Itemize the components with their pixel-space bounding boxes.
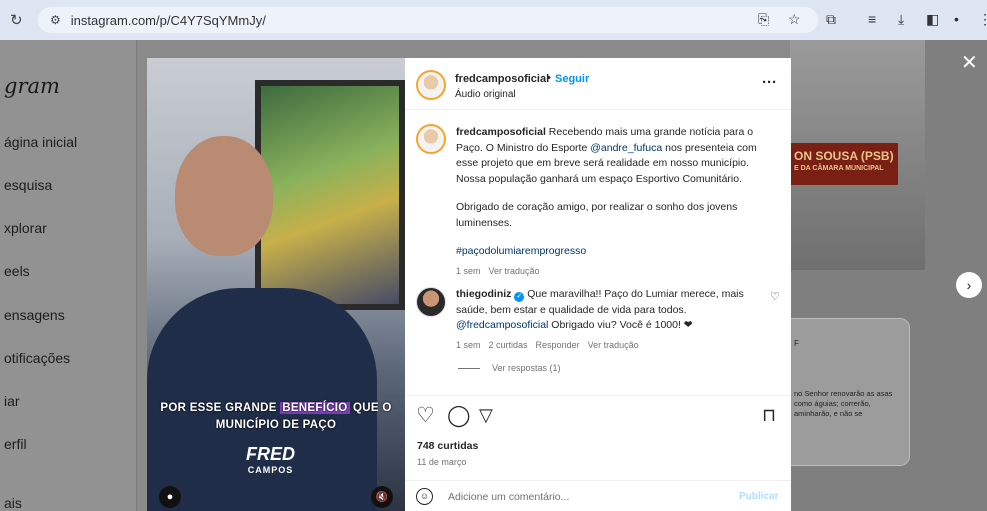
post-details-panel: fredcamposoficial • Seguir Áudio origina… bbox=[405, 58, 791, 511]
sidebar-item-home[interactable]: ágina inicial bbox=[4, 134, 77, 150]
close-icon[interactable]: ✕ bbox=[961, 50, 978, 75]
like-heart-icon[interactable]: ♡ bbox=[416, 405, 435, 426]
likes-count[interactable]: 748 curtidas bbox=[417, 440, 478, 452]
caption-translate-link[interactable]: Ver tradução bbox=[489, 266, 540, 276]
sidebar: gram ágina inicial esquisa xplorar eels … bbox=[0, 40, 137, 511]
comment-likes[interactable]: 2 curtidas bbox=[489, 340, 528, 350]
comment-mention[interactable]: @fredcamposoficial bbox=[456, 319, 548, 331]
more-options-icon[interactable]: ··· bbox=[762, 74, 777, 91]
install-app-icon[interactable]: ⎘ bbox=[758, 11, 769, 28]
video-subtitle: POR ESSE GRANDE BENEFÍCIO QUE O MUNICÍPI… bbox=[147, 400, 405, 434]
commenter-username[interactable]: thiegodiniz bbox=[456, 288, 511, 300]
sidebar-item-explore[interactable]: xplorar bbox=[4, 220, 47, 236]
comment-translate-link[interactable]: Ver tradução bbox=[588, 340, 639, 350]
post-header: fredcamposoficial • Seguir Áudio origina… bbox=[405, 58, 791, 110]
video-painting bbox=[255, 80, 405, 310]
caption-mention[interactable]: @andre_fufuca bbox=[590, 142, 662, 154]
follow-button[interactable]: Seguir bbox=[555, 73, 589, 85]
replies-divider bbox=[458, 367, 480, 369]
mute-button[interactable]: 🔇 bbox=[371, 486, 393, 508]
caption-time[interactable]: 1 sem bbox=[456, 266, 481, 276]
sidebar-item-create[interactable]: iar bbox=[4, 393, 20, 409]
post-actions: ♡ ◯ ▽ ⊓ 748 curtidas 11 de março bbox=[405, 395, 791, 475]
bookmark-star-icon[interactable]: ☆ bbox=[788, 11, 801, 28]
sidebar-item-messages[interactable]: ensagens bbox=[4, 307, 65, 323]
person-icon: ● bbox=[166, 491, 174, 503]
watermark-brand-sub: CAMPOS bbox=[247, 465, 294, 475]
sidebar-item-notifications[interactable]: otificações bbox=[4, 350, 70, 366]
commenter-avatar[interactable] bbox=[416, 287, 446, 317]
subtitle-text-1: POR ESSE GRANDE bbox=[160, 402, 281, 414]
downloads-icon[interactable]: ⤓ bbox=[898, 11, 904, 28]
caption-meta: 1 sem Ver tradução bbox=[456, 264, 761, 280]
caption-username[interactable]: fredcamposoficial bbox=[456, 126, 546, 138]
publish-button[interactable]: Publicar bbox=[739, 491, 778, 502]
next-post-button[interactable]: › bbox=[956, 272, 982, 298]
sidebar-item-more[interactable]: ais bbox=[4, 495, 22, 511]
author-avatar[interactable] bbox=[416, 70, 446, 100]
separator-dot: • bbox=[547, 72, 551, 84]
menu-icon[interactable]: ⋮ bbox=[978, 11, 987, 28]
background-card: F no Senhor renovarão as asas como águia… bbox=[790, 318, 910, 466]
sidebar-item-profile[interactable]: erfil bbox=[4, 436, 27, 452]
comment-icon[interactable]: ◯ bbox=[447, 405, 471, 426]
chevron-right-icon: › bbox=[966, 277, 972, 293]
background-banner-line1: ON SOUSA (PSB) bbox=[794, 149, 894, 163]
comment-text: thiegodiniz ✓ Que maravilha!! Paço do Lu… bbox=[456, 287, 756, 353]
background-card-text: no Senhor renovarão as asas como águias;… bbox=[794, 389, 893, 418]
instagram-logo[interactable]: gram bbox=[4, 74, 60, 98]
sidebar-item-reels[interactable]: eels bbox=[4, 263, 30, 279]
url-text[interactable]: instagram.com/p/C4Y7SqYMmJy/ bbox=[71, 13, 266, 28]
background-card-label: F bbox=[794, 339, 799, 348]
caption-text: fredcamposoficial Recebendo mais uma gra… bbox=[456, 125, 761, 279]
comment-body-2: Obrigado viu? Você é 1000! ❤ bbox=[548, 319, 693, 331]
subtitle-text-2: QUE O bbox=[349, 402, 392, 414]
watermark-brand: FRED bbox=[246, 444, 295, 464]
background-banner-line2: E DA CÂMARA MUNICIPAL bbox=[794, 165, 884, 172]
reload-icon[interactable]: ↻ bbox=[10, 11, 23, 29]
subtitle-line-2: MUNICÍPIO DE PAÇO bbox=[215, 419, 337, 431]
emoji-icon[interactable]: ☺ bbox=[416, 488, 433, 505]
save-bookmark-icon[interactable]: ⊓ bbox=[762, 405, 776, 426]
caption-paragraph-2: Obrigado de coração amigo, por realizar … bbox=[456, 201, 738, 229]
post-date[interactable]: 11 de março bbox=[417, 457, 466, 467]
add-comment-bar: ☺ Publicar bbox=[405, 480, 791, 511]
address-bar[interactable]: ⚙ instagram.com/p/C4Y7SqYMmJy/ bbox=[38, 7, 818, 33]
post-video[interactable]: POR ESSE GRANDE BENEFÍCIO QUE O MUNICÍPI… bbox=[147, 58, 405, 511]
caption-author-avatar[interactable] bbox=[416, 124, 446, 154]
view-replies-button[interactable]: Ver respostas (1) bbox=[458, 363, 561, 373]
browser-toolbar: ↻ ⚙ instagram.com/p/C4Y7SqYMmJy/ ⎘ ☆ ⧉ ≡… bbox=[0, 0, 987, 40]
comment-time[interactable]: 1 sem bbox=[456, 340, 481, 350]
verified-badge-icon: ✓ bbox=[514, 292, 525, 302]
audio-label[interactable]: Áudio original bbox=[455, 89, 516, 100]
muted-speaker-icon: 🔇 bbox=[375, 491, 389, 503]
sidebar-item-search[interactable]: esquisa bbox=[4, 177, 52, 193]
reading-list-icon[interactable]: ≡ bbox=[868, 11, 876, 27]
author-username[interactable]: fredcamposoficial bbox=[455, 73, 549, 85]
profile-icon[interactable]: • bbox=[954, 11, 959, 27]
comment-like-icon[interactable]: ♡ bbox=[770, 290, 780, 303]
extensions-icon[interactable]: ⧉ bbox=[826, 11, 836, 28]
site-settings-icon[interactable]: ⚙ bbox=[50, 13, 61, 27]
video-watermark: FRED CAMPOS bbox=[246, 444, 295, 478]
share-icon[interactable]: ▽ bbox=[479, 405, 493, 426]
video-person-head bbox=[175, 136, 273, 256]
view-replies-label: Ver respostas (1) bbox=[492, 363, 561, 373]
comment-reply-button[interactable]: Responder bbox=[536, 340, 580, 350]
comment-meta: 1 sem 2 curtidas Responder Ver tradução bbox=[456, 338, 756, 354]
subtitle-highlight: BENEFÍCIO bbox=[280, 402, 350, 414]
side-panel-icon[interactable]: ◧ bbox=[926, 11, 939, 28]
comment-input[interactable] bbox=[448, 487, 718, 507]
tagged-users-button[interactable]: ● bbox=[159, 486, 181, 508]
background-banner: ON SOUSA (PSB) E DA CÂMARA MUNICIPAL bbox=[790, 143, 898, 185]
caption-hashtag[interactable]: #paçodolumiaremprogresso bbox=[456, 245, 586, 257]
